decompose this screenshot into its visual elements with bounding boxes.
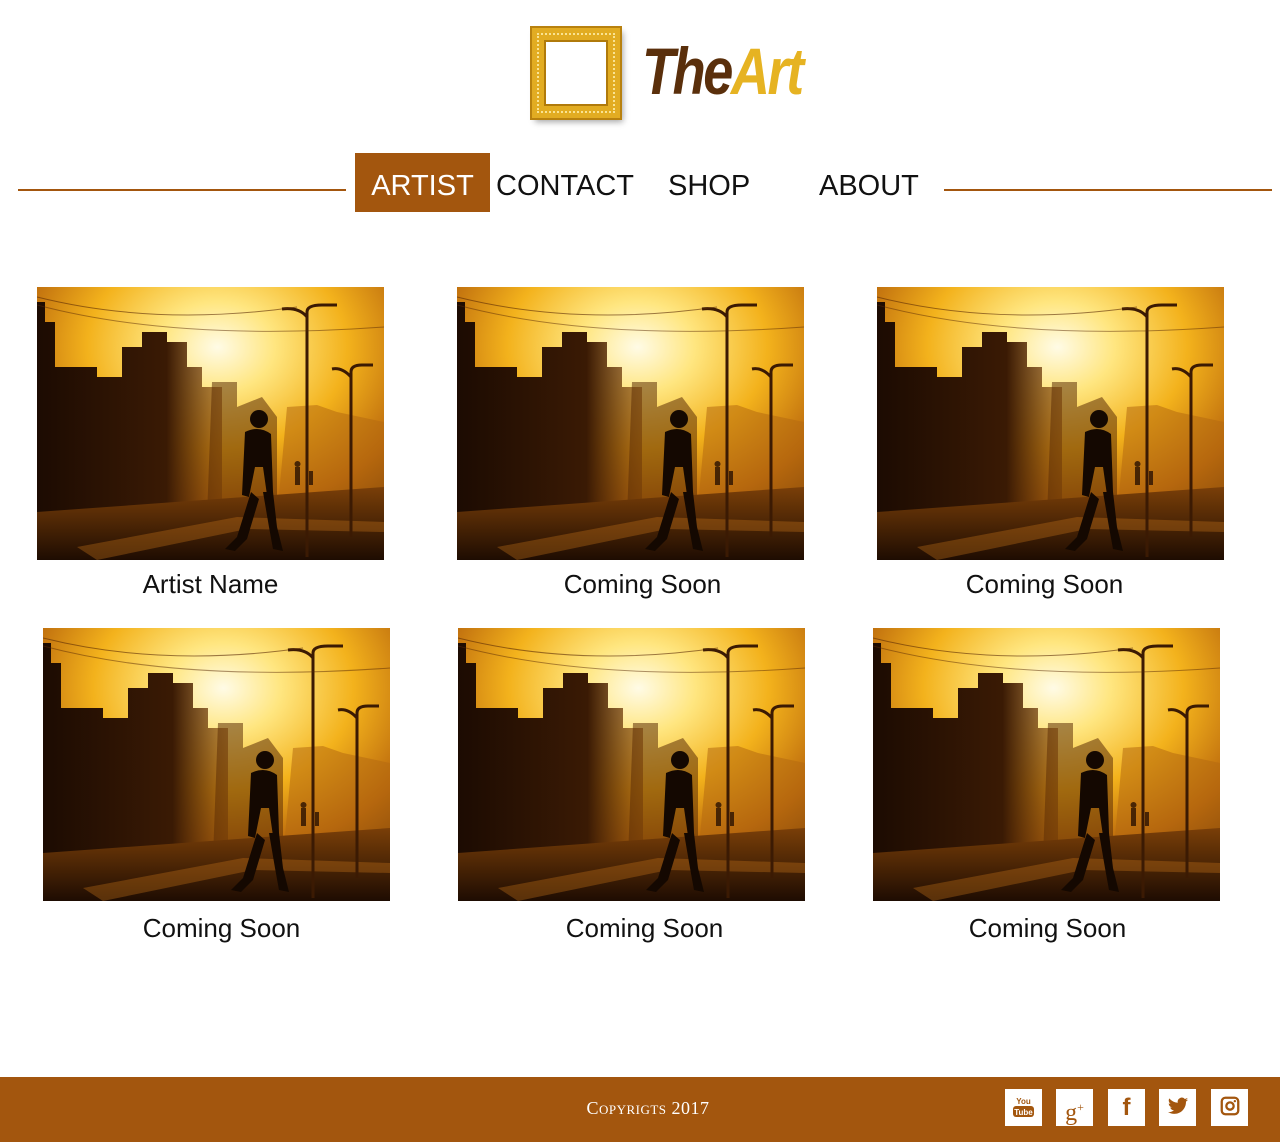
copyright-text: Copyrigts 2017 xyxy=(586,1098,710,1118)
logo-text-the: The xyxy=(642,34,733,108)
instagram-icon[interactable] xyxy=(1211,1089,1248,1126)
card-caption: Coming Soon xyxy=(965,569,1124,599)
google-plus-icon[interactable]: g+ xyxy=(1056,1089,1093,1126)
picture-frame-icon xyxy=(532,28,620,118)
site-logo[interactable]: TheArt xyxy=(530,26,830,126)
artist-photo[interactable] xyxy=(458,628,805,901)
artist-photo[interactable] xyxy=(457,287,804,560)
card-caption: Coming Soon xyxy=(142,913,301,943)
youtube-icon[interactable]: You Tube xyxy=(1005,1089,1042,1126)
card-caption: Coming Soon xyxy=(968,913,1127,943)
artist-photo[interactable] xyxy=(43,628,390,901)
card-caption: Coming Soon xyxy=(563,569,722,599)
logo-wordmark: TheArt xyxy=(642,38,804,104)
artist-photo[interactable] xyxy=(877,287,1224,560)
card-caption: Coming Soon xyxy=(565,913,724,943)
svg-text:Tube: Tube xyxy=(1014,1108,1033,1117)
nav-divider-right xyxy=(944,189,1272,191)
svg-text:You: You xyxy=(1016,1097,1031,1106)
nav-item-contact[interactable]: CONTACT xyxy=(496,153,634,212)
site-footer: Copyrigts 2017 You Tube g+ f xyxy=(0,1077,1280,1142)
artist-photo[interactable] xyxy=(37,287,384,560)
facebook-icon[interactable]: f xyxy=(1108,1089,1145,1126)
twitter-icon[interactable] xyxy=(1159,1089,1196,1126)
card-caption: Artist Name xyxy=(142,569,279,599)
nav-item-shop[interactable]: SHOP xyxy=(668,153,750,212)
artist-photo[interactable] xyxy=(873,628,1220,901)
logo-text-art: Art xyxy=(730,34,804,108)
nav-item-about[interactable]: ABOUT xyxy=(819,153,919,212)
nav-divider-left xyxy=(18,189,346,191)
nav-item-artist[interactable]: ARTIST xyxy=(355,153,490,212)
